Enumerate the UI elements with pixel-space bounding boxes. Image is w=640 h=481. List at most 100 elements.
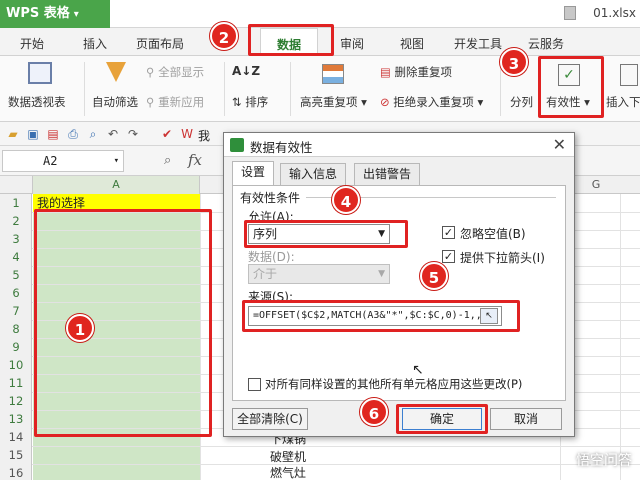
row-header[interactable]: 16 [0,466,32,480]
ribbon-divider [500,62,501,116]
callout-box-ok [396,404,488,434]
split-column-button[interactable]: 分列 [510,94,533,110]
row-header[interactable]: 4 [0,250,32,264]
tab-settings[interactable]: 设置 [232,161,275,185]
data-select: 介于 ▼ [248,264,390,284]
clear-all-button[interactable]: 全部清除(C) [232,408,308,430]
open-folder-icon[interactable]: ▰ [6,127,20,141]
app-name: WPS 表格 [6,6,70,21]
grid-line [620,194,621,480]
row-header[interactable]: 5 [0,268,32,282]
tab-insert[interactable]: 插入 [83,35,107,52]
insert-dropdown-button[interactable]: 插入下 [606,94,640,110]
reject-icon: ⊘ [380,95,390,109]
step-badge: 2 [210,22,238,50]
format-painter-icon[interactable]: ✔ [160,127,174,141]
export-pdf-icon[interactable]: ▤ [46,127,60,141]
tab-view[interactable]: 视图 [400,35,424,52]
row-header[interactable]: 15 [0,448,32,462]
row-header[interactable]: 14 [0,430,32,444]
row-header[interactable]: 2 [0,214,32,228]
callout-box-validation [538,56,604,118]
tab-home[interactable]: 开始 [20,35,44,52]
file-icon [564,6,576,20]
dialog-app-icon [230,138,244,152]
callout-box-selection [34,209,212,437]
save-icon[interactable]: ▣ [26,127,40,141]
step-badge: 4 [332,186,360,214]
ignore-blank-label: 忽略空值(B) [460,227,526,241]
tab-developer[interactable]: 开发工具 [454,35,502,52]
close-icon[interactable]: ✕ [553,135,566,154]
highlight-duplicates-button[interactable]: 高亮重复项 ▾ [300,94,367,110]
row-header[interactable]: 8 [0,322,32,336]
print-preview-icon[interactable]: ⌕ [86,127,100,141]
reject-duplicates-button[interactable]: ⊘ 拒绝录入重复项 ▾ [380,94,483,110]
data-select-value: 介于 [253,267,278,281]
row-header[interactable]: 1 [0,196,32,210]
chevron-down-icon: ▾ [73,9,79,20]
row-header[interactable]: 11 [0,376,32,390]
delete-duplicates-icon: ▤ [380,65,391,79]
fx-icon[interactable]: fx [188,151,202,169]
row-header[interactable]: 13 [0,412,32,426]
watermark-text: 悟空问答 [576,453,632,469]
apply-all-checkbox[interactable] [248,378,261,391]
cancel-button[interactable]: 取消 [490,408,562,430]
zoom-icon[interactable]: ⌕ [164,153,171,168]
insert-dropdown-icon [620,64,638,86]
redo-icon[interactable]: ↷ [126,127,140,141]
highlight-duplicates-icon [322,64,344,84]
tab-review[interactable]: 审阅 [340,35,364,52]
sort-az-icon: A↓Z [232,64,261,78]
show-all-button[interactable]: ⚲ 全部显示 [146,64,204,80]
ribbon-divider [84,62,85,116]
dropdown-arrow-icon: ▼ [378,269,385,279]
step-badge: 1 [66,314,94,342]
name-box[interactable]: A2 ▾ [2,150,124,172]
sort-button[interactable]: ⇅ 排序 [232,94,268,110]
step-badge: 6 [360,398,388,426]
tab-cloud[interactable]: 云服务 [528,35,564,52]
sort-icon: ⇅ [232,95,246,109]
tab-page-layout[interactable]: 页面布局 [136,35,184,52]
print-icon[interactable]: ⎙ [66,127,80,141]
grid-line [32,464,640,465]
step-badge: 3 [500,48,528,76]
pivot-table-icon [28,62,52,84]
row-header[interactable]: 12 [0,394,32,408]
row-header[interactable]: 7 [0,304,32,318]
cell-d15[interactable]: 破壁机 [270,448,306,465]
column-header-g[interactable]: G [576,176,616,194]
autofilter-button[interactable]: 自动筛选 [92,94,138,110]
pivot-table-button[interactable]: 数据透视表 [8,94,66,110]
dropdown-arrow-label: 提供下拉箭头(I) [460,251,545,265]
tab-error-alert[interactable]: 出错警告 [354,163,421,185]
chevron-down-icon: ▾ [113,156,119,166]
cell-d16[interactable]: 燃气灶 [270,464,306,481]
tab-input-message[interactable]: 输入信息 [280,163,347,185]
show-all-label: 全部显示 [158,65,205,79]
qat-extra-label: 我 [198,129,211,143]
row-header[interactable]: 3 [0,232,32,246]
step-badge: 5 [420,262,448,290]
dropdown-arrow-checkbox[interactable]: ✓ [442,250,455,263]
dialog-title-bar[interactable]: 数据有效性 ✕ [224,133,574,157]
delete-duplicates-button[interactable]: ▤ 删除重复项 [380,64,452,80]
validation-criteria-heading: 有效性条件 [240,191,301,205]
ignore-blank-checkbox[interactable]: ✓ [442,226,455,239]
row-header[interactable]: 6 [0,286,32,300]
row-header[interactable]: 9 [0,340,32,354]
callout-box-source [242,300,520,332]
ribbon-divider [224,62,225,116]
app-menu-button[interactable]: WPS 表格 ▾ [0,0,110,28]
reapply-label: 重新应用 [158,95,205,109]
reapply-button[interactable]: ⚲ 重新应用 [146,94,204,110]
undo-icon[interactable]: ↶ [106,127,120,141]
wps-logo-icon: W [181,127,193,141]
apply-all-label: 对所有同样设置的其他所有单元格应用这些更改(P) [265,377,523,391]
highlight-duplicates-label: 高亮重复项 [300,95,358,109]
row-header[interactable]: 10 [0,358,32,372]
column-header-a[interactable]: A [32,176,200,194]
data-label: 数据(D): [248,250,295,264]
